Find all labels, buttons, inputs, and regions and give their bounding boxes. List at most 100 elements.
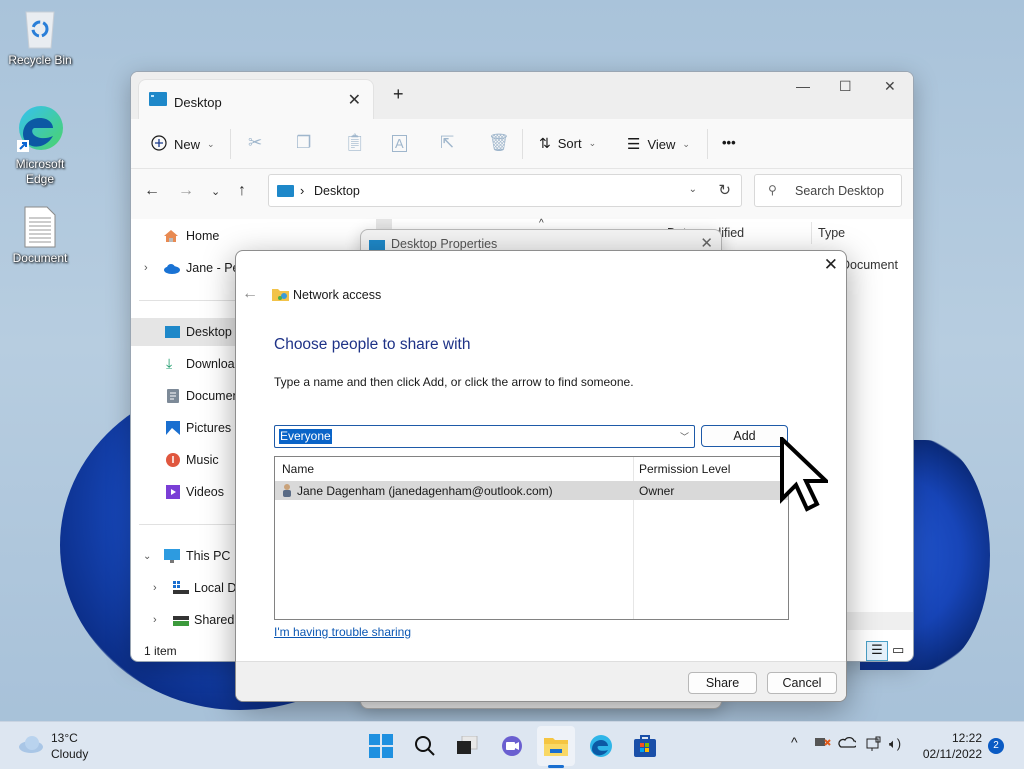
chevron-down-icon[interactable]: ⌄ bbox=[143, 551, 151, 562]
edge-icon[interactable] bbox=[586, 731, 616, 761]
details-view-toggle[interactable]: ☰ bbox=[866, 641, 888, 661]
dialog-footer: Share Cancel bbox=[236, 661, 846, 701]
local-disk-icon bbox=[173, 581, 189, 598]
copy-icon[interactable]: ❐ bbox=[296, 133, 311, 153]
item-count: 1 item bbox=[144, 644, 177, 658]
onedrive-icon[interactable] bbox=[838, 736, 858, 751]
sidebar-item-this-pc[interactable]: ⌄ This PC bbox=[131, 542, 236, 570]
chevron-right-icon[interactable]: › bbox=[153, 614, 157, 626]
forward-arrow-icon[interactable]: → bbox=[178, 182, 194, 200]
sidebar-item-documents[interactable]: Documents bbox=[131, 382, 236, 410]
tiles-view-toggle[interactable]: ▭ bbox=[892, 642, 904, 658]
sidebar-item-shared-folders[interactable]: › Shared Folders bbox=[131, 606, 236, 634]
back-arrow-icon[interactable]: ← bbox=[242, 285, 258, 303]
cloudy-weather-icon[interactable] bbox=[18, 735, 44, 756]
breadcrumb-separator: › bbox=[300, 183, 305, 198]
network-disconnected-icon[interactable] bbox=[815, 736, 831, 751]
view-label: View bbox=[647, 136, 676, 152]
dialog-title: Network access bbox=[293, 288, 382, 302]
start-icon[interactable] bbox=[366, 731, 396, 761]
cancel-button[interactable]: Cancel bbox=[767, 672, 837, 694]
view-list-icon: ☰ bbox=[627, 136, 641, 153]
music-icon bbox=[166, 453, 180, 470]
cut-icon[interactable]: ✂ bbox=[248, 133, 262, 153]
navigation-bar: ← → ⌄ ↑ › Desktop ⌄ ↻ ⚲ Search Desktop bbox=[131, 169, 913, 219]
sidebar-item-pictures[interactable]: Pictures bbox=[131, 414, 236, 442]
desktop-icon-document[interactable]: Document bbox=[0, 206, 80, 266]
back-arrow-icon[interactable]: ← bbox=[144, 182, 160, 200]
store-icon[interactable] bbox=[630, 731, 660, 761]
sidebar-item-videos[interactable]: Videos bbox=[131, 478, 236, 506]
breadcrumb-desktop[interactable]: Desktop bbox=[314, 184, 360, 198]
search-placeholder: Search Desktop bbox=[795, 184, 884, 198]
add-button[interactable]: Add bbox=[701, 425, 788, 447]
file-explorer-icon[interactable] bbox=[537, 726, 575, 766]
column-header-name[interactable]: Name bbox=[282, 462, 314, 476]
chevron-right-icon[interactable]: › bbox=[144, 262, 148, 274]
delete-icon[interactable]: 🗑︎ bbox=[488, 133, 510, 153]
new-tab-button[interactable]: + bbox=[393, 84, 404, 105]
desktop-icon-recycle-bin[interactable]: Recycle Bin bbox=[0, 8, 80, 68]
sidebar-label: Downloads bbox=[186, 357, 236, 371]
tab-desktop[interactable]: Desktop ✕ bbox=[138, 79, 374, 120]
search-icon[interactable] bbox=[410, 731, 440, 761]
rename-icon[interactable]: A bbox=[392, 135, 407, 152]
show-hidden-icons-chevron[interactable]: ^ bbox=[791, 734, 798, 750]
clock[interactable]: 12:22 02/11/2022 bbox=[923, 730, 982, 762]
weather-temperature[interactable]: 13°C bbox=[51, 731, 78, 745]
chevron-right-icon[interactable]: › bbox=[153, 582, 157, 594]
more-options-button[interactable]: ••• bbox=[722, 135, 736, 150]
address-history-chevron-icon[interactable]: ⌄ bbox=[689, 184, 697, 195]
share-icon[interactable]: ⇱ bbox=[440, 133, 454, 153]
recent-locations-icon[interactable]: ⌄ bbox=[211, 185, 220, 198]
desktop-icon-edge[interactable]: Microsoft Edge bbox=[0, 104, 80, 187]
sidebar-item-music[interactable]: Music bbox=[131, 446, 236, 474]
volume-icon[interactable]: 🔈︎) bbox=[889, 736, 901, 752]
close-dialog-button[interactable]: ✕ bbox=[824, 255, 838, 275]
sidebar-item-desktop[interactable]: Desktop bbox=[131, 318, 236, 346]
sidebar-label: Desktop bbox=[186, 325, 232, 339]
new-label: New bbox=[174, 137, 201, 152]
sidebar-item-local-disk[interactable]: › Local Disk bbox=[131, 574, 236, 602]
address-bar[interactable]: › Desktop ⌄ ↻ bbox=[268, 174, 742, 207]
combobox-value[interactable]: Everyone bbox=[279, 429, 332, 444]
weather-description[interactable]: Cloudy bbox=[51, 747, 88, 761]
notification-badge[interactable]: 2 bbox=[988, 738, 1004, 754]
title-bar: Desktop ✕ + — ☐ ✕ bbox=[131, 72, 913, 120]
chevron-down-icon[interactable]: ﹀ bbox=[680, 430, 689, 443]
table-row[interactable]: Jane Dagenham (janedagenham@outlook.com)… bbox=[275, 481, 788, 500]
desktop-icon-label: Document bbox=[12, 251, 68, 265]
column-header-type[interactable]: Type bbox=[818, 226, 845, 240]
close-window-button[interactable]: ✕ bbox=[884, 78, 896, 95]
new-button[interactable]: New ⌄ bbox=[151, 135, 215, 154]
horizontal-scrollbar[interactable] bbox=[846, 612, 913, 630]
dialog-title: Desktop Properties bbox=[391, 237, 498, 251]
column-header-permission[interactable]: Permission Level bbox=[639, 462, 730, 476]
paste-icon[interactable]: 📋︎ bbox=[344, 133, 366, 153]
text-document-icon bbox=[23, 206, 57, 248]
task-view-icon[interactable] bbox=[452, 731, 482, 761]
trouble-sharing-link[interactable]: I'm having trouble sharing bbox=[274, 625, 411, 639]
ethernet-icon[interactable] bbox=[866, 736, 882, 755]
sidebar-item-home[interactable]: Home bbox=[131, 222, 236, 250]
pictures-icon bbox=[166, 421, 180, 438]
dialog-heading: Choose people to share with bbox=[274, 336, 471, 353]
share-button[interactable]: Share bbox=[688, 672, 757, 694]
sidebar-item-onedrive[interactable]: › Jane - Personal bbox=[131, 254, 236, 282]
close-tab-icon[interactable]: ✕ bbox=[348, 90, 361, 110]
search-box[interactable]: ⚲ Search Desktop bbox=[754, 174, 902, 207]
sidebar-label: Home bbox=[186, 229, 220, 243]
view-button[interactable]: ☰ View ⌄ bbox=[627, 135, 690, 153]
minimize-button[interactable]: — bbox=[796, 78, 810, 94]
people-combobox[interactable]: Everyone ﹀ bbox=[274, 425, 695, 448]
sort-ascending-icon: ^ bbox=[539, 218, 544, 229]
up-arrow-icon[interactable]: ↑ bbox=[238, 182, 246, 200]
sidebar-item-downloads[interactable]: ⤓ Downloads bbox=[131, 350, 236, 378]
sort-button[interactable]: ⇅ Sort ⌄ bbox=[539, 135, 596, 152]
clock-date: 02/11/2022 bbox=[922, 747, 982, 761]
permission-cell[interactable]: Owner bbox=[639, 484, 674, 498]
teams-chat-icon[interactable] bbox=[497, 731, 527, 761]
maximize-button[interactable]: ☐ bbox=[839, 78, 852, 95]
shared-folder-icon bbox=[272, 287, 289, 304]
refresh-icon[interactable]: ↻ bbox=[718, 181, 731, 199]
